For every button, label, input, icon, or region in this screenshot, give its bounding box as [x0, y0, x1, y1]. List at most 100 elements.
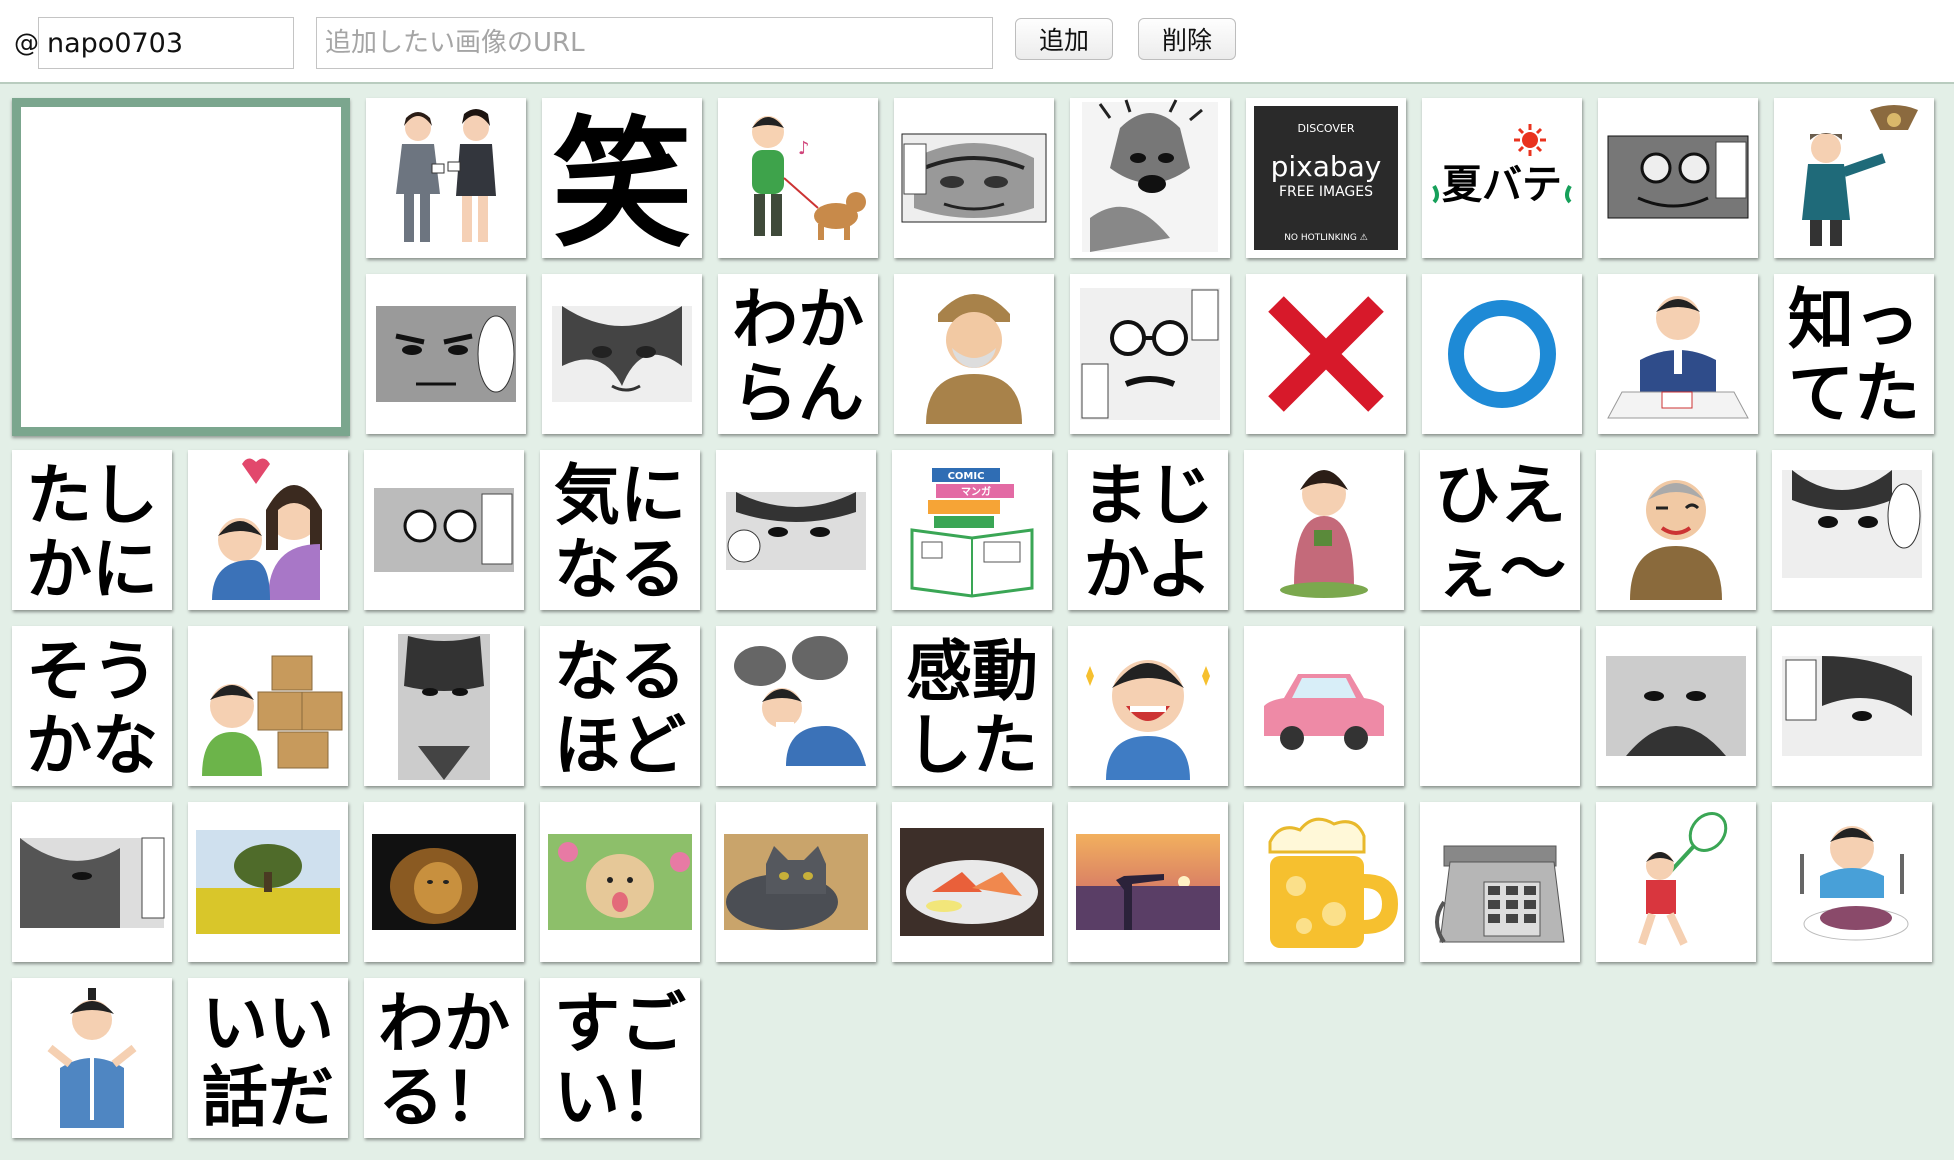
stamp-woman-tea[interactable]	[1244, 450, 1404, 610]
image-url-input[interactable]	[316, 17, 993, 69]
stamp-hiee[interactable]: ひえ ぇ〜	[1420, 450, 1580, 610]
stamp-sashimi[interactable]	[892, 802, 1052, 962]
circle-mark-icon	[1448, 300, 1556, 408]
lion-photo	[372, 834, 516, 930]
stamp-manga-stern[interactable]	[366, 274, 526, 434]
stamp-circle-mark[interactable]	[1422, 274, 1582, 434]
stamp-man-boxes[interactable]	[188, 626, 348, 786]
svg-text:♪: ♪	[798, 138, 810, 159]
stamp-manga-punch[interactable]	[1070, 98, 1230, 258]
stamp-text-line1: 気に	[554, 457, 686, 534]
selected-stamp-preview	[12, 98, 350, 436]
stamp-comic-books[interactable]: COMIC マンガ	[892, 450, 1052, 610]
stamp-cat[interactable]	[716, 802, 876, 962]
stamp-manga-side-face[interactable]	[1772, 626, 1932, 786]
add-button[interactable]: 追加	[1015, 18, 1113, 60]
at-symbol: @	[14, 28, 39, 57]
stamp-text-line2: なる	[554, 531, 686, 608]
dog-photo	[548, 834, 692, 930]
stamp-text-line2: かな	[26, 707, 158, 784]
stamp-boy-feast[interactable]	[1772, 802, 1932, 962]
stamp-majikayo[interactable]: まじ かよ	[1068, 450, 1228, 610]
badminton-player-image	[1638, 812, 1728, 946]
stamp-shitteta[interactable]: 知っ てた	[1774, 274, 1934, 434]
comic-books-image: COMIC マンガ	[910, 468, 1034, 598]
stamp-manga-woman[interactable]	[542, 274, 702, 434]
stamp-text-line1: 感動	[906, 633, 1038, 710]
stamp-cross-mark[interactable]	[1246, 274, 1406, 434]
sashimi-photo	[900, 828, 1044, 936]
stamp-dog[interactable]	[540, 802, 700, 962]
stamp-lion[interactable]	[364, 802, 524, 962]
pixabay-discover-text: DISCOVER	[1298, 122, 1355, 135]
stamp-wakaru[interactable]: わか る！	[364, 978, 524, 1138]
boy-feast-image	[1800, 826, 1909, 941]
stamp-text-line2: ぇ〜	[1434, 531, 1566, 608]
stamp-soukana[interactable]: そう かな	[12, 626, 172, 786]
woman-drinking-tea-image	[1280, 470, 1368, 598]
stamp-depressed-man[interactable]	[716, 626, 876, 786]
stamp-old-man[interactable]	[894, 274, 1054, 434]
stamp-kandou[interactable]: 感動 した	[892, 626, 1052, 786]
stamp-text-line2: 話だ	[202, 1059, 334, 1136]
stamp-manga-cool[interactable]	[12, 802, 172, 962]
stamp-manga-dark[interactable]	[364, 626, 524, 786]
delete-button[interactable]: 削除	[1138, 18, 1236, 60]
stamp-text-line2: した	[906, 707, 1038, 784]
manga-panel-image	[552, 306, 692, 402]
man-with-owl-image	[1802, 105, 1918, 246]
manga-panel-image	[1082, 99, 1218, 252]
stamp-iihanashi[interactable]: いい 話だ	[188, 978, 348, 1138]
manga-panel-image	[1606, 656, 1746, 756]
stamp-mother-child[interactable]	[188, 450, 348, 610]
stamp-man-with-owl[interactable]	[1774, 98, 1934, 258]
stamp-wakaran[interactable]: わか らん	[718, 274, 878, 434]
stamp-tree-field[interactable]	[188, 802, 348, 962]
stamp-telephone[interactable]	[1420, 802, 1580, 962]
stamp-text-line2: ほど	[554, 707, 686, 784]
manga-panel-image	[1607, 135, 1749, 219]
stamp-kininaru[interactable]: 気に なる	[540, 450, 700, 610]
stamp-natsubate[interactable]: 夏バテ	[1422, 98, 1582, 258]
stamp-text-line1: なる	[554, 633, 686, 710]
stamp-text-line1: ひえ	[1434, 457, 1566, 534]
cat-photo	[724, 834, 868, 930]
stamp-badminton[interactable]	[1596, 802, 1756, 962]
stamp-manga-worried[interactable]	[1772, 450, 1932, 610]
stamp-tashikani[interactable]: たし かに	[12, 450, 172, 610]
stamp-sugoi[interactable]: すご い！	[540, 978, 700, 1138]
stamp-businessman-desk[interactable]	[1598, 274, 1758, 434]
stamp-old-man-winking[interactable]	[1596, 450, 1756, 610]
stamp-business-card-exchange[interactable]	[366, 98, 526, 258]
stamp-laughing-boy[interactable]	[1068, 626, 1228, 786]
stamp-text-line1: まじ	[1082, 457, 1214, 534]
beer-mug-icon	[1268, 817, 1398, 948]
stamp-sunset-beach[interactable]	[1068, 802, 1228, 962]
stamp-pixabay[interactable]: DISCOVER pixabay FREE IMAGES NO HOTLINKI…	[1246, 98, 1406, 258]
natsubate-text: 夏バテ	[1442, 162, 1562, 208]
stamp-warai[interactable]: 笑	[542, 98, 702, 258]
username-input[interactable]	[38, 17, 294, 69]
mother-child-image	[212, 458, 322, 600]
stamp-manga-old-glasses[interactable]	[1070, 274, 1230, 434]
stamp-text: 笑	[552, 104, 692, 258]
stamp-text-line2: い！	[554, 1059, 686, 1136]
stamp-manga-tired[interactable]	[364, 450, 524, 610]
stamp-blank[interactable]	[1420, 626, 1580, 786]
cross-mark-icon	[1268, 296, 1384, 412]
stamp-text-line1: わか	[378, 985, 510, 1062]
old-man-image	[926, 294, 1022, 424]
stamp-text-line1: たし	[26, 457, 158, 534]
telephone-icon	[1435, 845, 1565, 944]
stamp-beer[interactable]	[1244, 802, 1404, 962]
stamp-manga-upside-down[interactable]	[1596, 626, 1756, 786]
stamp-manga-glasses[interactable]	[1598, 98, 1758, 258]
stamp-boy-kimono[interactable]	[12, 978, 172, 1138]
stamp-naruhodo[interactable]: なる ほど	[540, 626, 700, 786]
stamp-boy-walking-dog[interactable]: ♪	[718, 98, 878, 258]
stamp-manga-glare[interactable]	[716, 450, 876, 610]
stamp-manga-scream[interactable]	[894, 98, 1054, 258]
pixabay-brand-text: pixabay	[1271, 150, 1382, 183]
stamp-pink-car[interactable]	[1244, 626, 1404, 786]
toolbar: @ 追加 削除	[0, 0, 1954, 84]
